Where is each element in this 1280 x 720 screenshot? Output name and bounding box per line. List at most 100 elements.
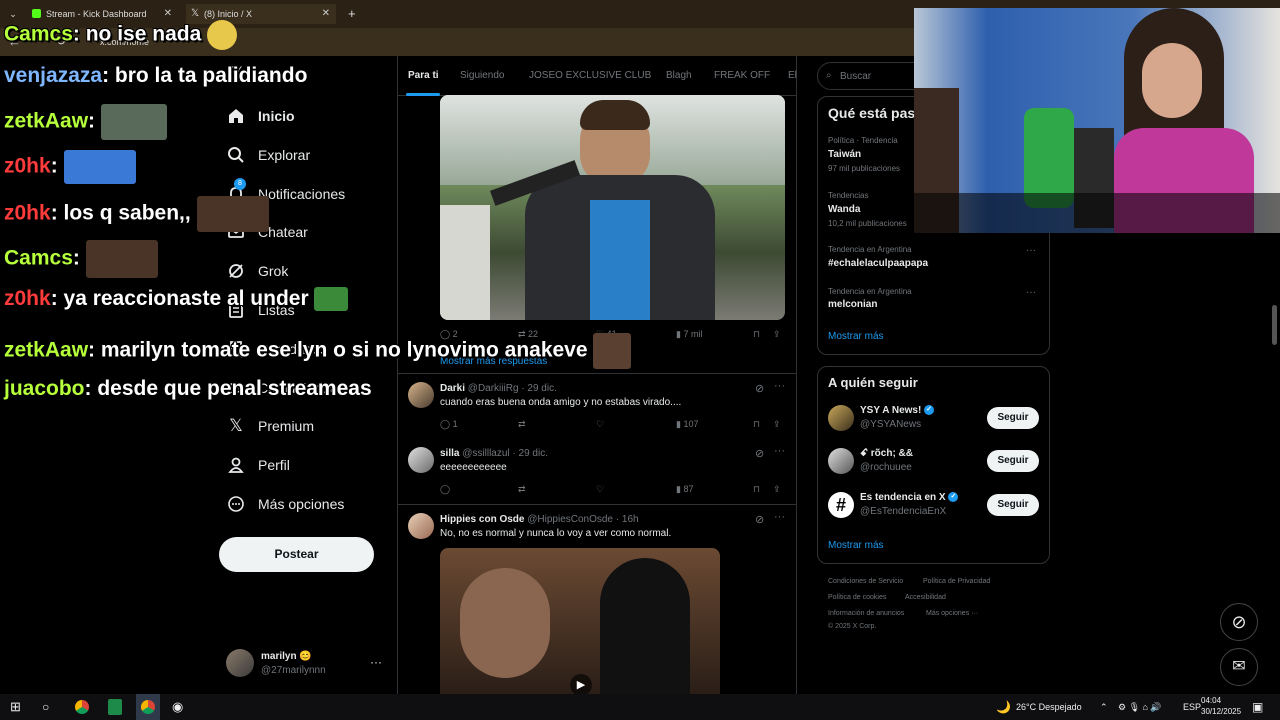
notifications-icon[interactable]: ▣ [1252,694,1263,720]
nav-grok[interactable]: Grok [226,259,288,283]
tab-joseo[interactable]: JOSEO EXCLUSIVE CLUB [529,70,651,81]
post-actions: ◯ 1 ⇄ ♡ ▮ 107 ⊓ ⇪ [440,419,785,433]
show-more-follow-link[interactable]: Mostrar más [828,540,884,551]
close-tab-icon[interactable]: ✕ [322,4,330,24]
chrome-icon[interactable] [75,700,89,714]
trends-title: Qué está pas [828,105,916,121]
tab-following[interactable]: Siguiendo [460,70,504,81]
footer-link[interactable]: Accesibilidad [905,594,946,601]
grok-fab-icon[interactable]: ⊘ [1220,603,1258,641]
trend-more-icon[interactable]: ··· [1026,287,1036,298]
bookmark-action-icon[interactable]: ⊓ [753,484,760,495]
post-button[interactable]: Postear [219,537,374,572]
footer-link[interactable]: Política de Privacidad [923,578,990,585]
tab-freak-off[interactable]: FREAK OFF [714,70,770,81]
nav-explore[interactable]: Explorar [226,143,310,167]
active-tab-indicator [406,93,440,96]
grok-icon[interactable]: ⊘ [755,382,764,395]
grok-icon[interactable]: ⊘ [755,513,764,526]
views-action[interactable]: ▮ 107 [676,419,698,430]
trend-name[interactable]: #echalelaculpaapapa [828,258,928,269]
views-action[interactable]: ▮ 7 mil [676,329,702,340]
post-video[interactable]: ▶ [440,548,720,694]
post-media-image[interactable] [440,95,785,320]
play-icon[interactable]: ▶ [570,674,592,694]
footer-link[interactable]: Condiciones de Servicio [828,578,903,585]
input-language[interactable]: ESP [1183,694,1201,720]
follow-button[interactable]: Seguir [987,407,1039,429]
windows-start-icon[interactable]: ⊞ [10,694,21,720]
trend-name[interactable]: Taiwán [828,149,861,160]
search-input[interactable]: Buscar [840,71,871,82]
x-logo-icon: 𝕏 [229,416,243,435]
nav-profile[interactable]: Perfil [226,453,290,477]
nav-more-options[interactable]: Más opciones [226,492,344,516]
reply-action[interactable]: ◯ [440,484,450,495]
trend-count: 10,2 mil publicaciones [828,219,907,228]
avatar[interactable] [828,405,854,431]
bookmark-action-icon[interactable]: ⊓ [753,329,760,340]
tab-el[interactable]: El [788,70,797,81]
tab-blagh[interactable]: Blagh [666,70,692,81]
avatar[interactable] [408,382,434,408]
messages-fab-icon[interactable]: ✉ [1220,648,1258,686]
more-icon[interactable]: ··· [774,445,785,457]
obs-icon[interactable]: ◉ [172,694,183,720]
follow-handle: @EsTendenciaEnX [860,506,947,517]
verified-badge-icon: ✓ [948,492,959,503]
more-icon[interactable]: ··· [774,511,785,523]
account-menu-icon[interactable]: ··· [370,655,382,669]
scrollbar[interactable] [1272,305,1277,345]
share-action-icon[interactable]: ⇪ [773,329,781,340]
views-action[interactable]: ▮ 87 [676,484,693,495]
share-action-icon[interactable]: ⇪ [773,484,781,495]
more-icon[interactable]: ··· [774,380,785,392]
trend-context: Política · Tendencia [828,136,898,145]
chat-message: venjazaza: bro la ta palidiando [4,64,308,87]
avatar[interactable] [408,447,434,473]
grok-icon[interactable]: ⊘ [755,447,764,460]
bookmark-action-icon[interactable]: ⊓ [753,419,760,430]
new-tab-button[interactable]: + [344,4,364,24]
trend-name[interactable]: melconian [828,299,877,310]
reply-post[interactable]: Darki @DarkiiiRg · 29 dic. cuando eras b… [398,374,796,439]
repost-action[interactable]: ⇄ [518,484,526,495]
follow-suggestion[interactable]: ꗃ rõch; && @rochuuee Seguir [828,446,1040,480]
app-icon[interactable] [108,699,122,715]
trend-name[interactable]: Wanda [828,204,860,215]
chat-message: z0hk: ya reaccionaste al under [4,287,349,312]
like-action[interactable]: ♡ [596,419,604,430]
reply-action[interactable]: ◯ 1 [440,419,458,430]
avatar[interactable] [226,649,254,677]
footer-link[interactable]: Más opciones ··· [926,610,978,617]
like-action[interactable]: ♡ [596,484,604,495]
nav-premium[interactable]: 𝕏 Premium [226,414,314,438]
avatar[interactable] [828,448,854,474]
person-icon [226,455,246,475]
follow-handle: @rochuuee [860,462,912,473]
follow-suggestion[interactable]: YSY A News! ✓ @YSYANews Seguir [828,403,1040,437]
hashtag-icon[interactable]: # [828,492,854,518]
footer-link[interactable]: Información de anuncios [828,610,904,617]
follow-name: YSY A News! ✓ [860,405,935,416]
search-circle-icon[interactable]: ○ [42,694,49,720]
weather-text[interactable]: 26°C Despejado [1016,694,1082,720]
chat-message: Camcs: [4,240,158,278]
follow-name: Es tendencia en X ✓ [860,492,959,503]
show-more-trends-link[interactable]: Mostrar más [828,331,884,342]
clock-date[interactable]: 30/12/2025 [1201,699,1241,720]
repost-action[interactable]: ⇄ [518,419,526,430]
follow-suggestion[interactable]: # Es tendencia en X ✓ @EsTendenciaEnX Se… [828,490,1040,524]
post[interactable]: Hippies con Osde @HippiesConOsde · 16h N… [398,505,796,694]
share-action-icon[interactable]: ⇪ [773,419,781,430]
nav-home[interactable]: Inicio [226,104,295,128]
follow-button[interactable]: Seguir [987,494,1039,516]
tab-for-you[interactable]: Para ti [408,70,439,81]
avatar[interactable] [408,513,434,539]
tray-icons[interactable]: ⚙ 🎙 ⌂ 🔊 [1118,694,1162,720]
follow-button[interactable]: Seguir [987,450,1039,472]
trend-more-icon[interactable]: ··· [1026,245,1036,256]
footer-link[interactable]: Política de cookies [828,594,886,601]
reply-post[interactable]: silla @ssilllazul · 29 dic. eeeeeeeeeeee… [398,439,796,504]
tray-chevron-icon[interactable]: ⌃ [1100,694,1108,720]
